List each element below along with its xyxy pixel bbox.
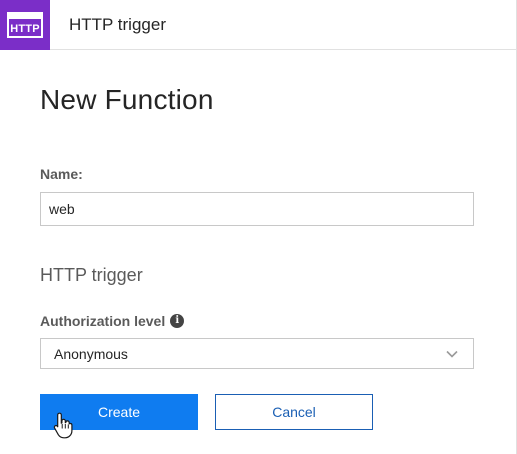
trigger-section-heading: HTTP trigger [40,265,143,285]
authorization-level-value: Anonymous [54,345,128,362]
panel-header: HTTP HTTP trigger [0,0,517,50]
name-input[interactable] [40,192,474,226]
name-label: Name: [40,166,83,182]
info-icon[interactable]: i [170,314,185,328]
authorization-level-select[interactable]: Anonymous [40,338,474,369]
create-button[interactable]: Create [40,394,198,430]
http-trigger-badge: HTTP [0,0,50,50]
header-title: HTTP trigger [69,14,166,34]
authorization-level-label-row: Authorization level i [40,313,185,329]
http-trigger-icon: HTTP [7,11,43,38]
authorization-level-label: Authorization level [40,313,166,329]
http-badge-text: HTTP [10,22,40,35]
chevron-down-icon [446,350,458,358]
page-title: New Function [40,84,214,115]
cancel-button[interactable]: Cancel [215,394,373,430]
new-function-panel: HTTP HTTP trigger New Function Name: HTT… [0,0,517,454]
